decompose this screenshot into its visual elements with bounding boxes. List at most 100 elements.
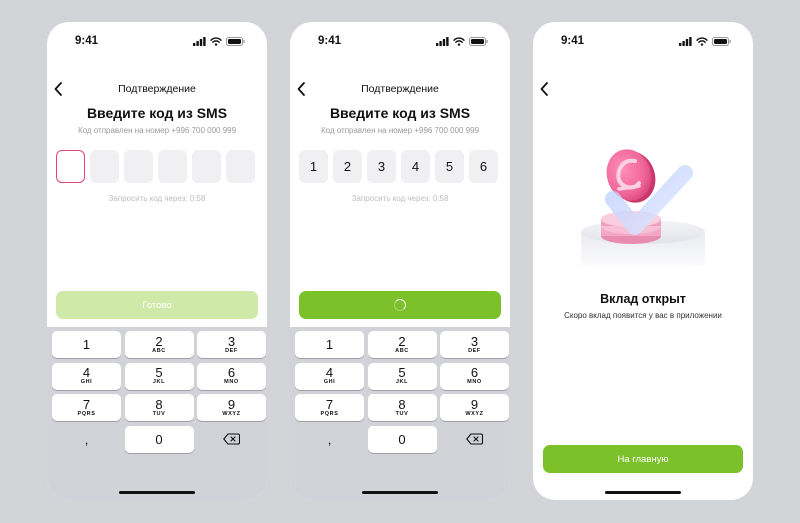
code-cell[interactable]: 5 [435,150,464,183]
key-0[interactable]: 0 [367,425,437,453]
key-9[interactable]: 9 WXYZ [197,394,266,421]
key-1[interactable]: 1 [52,331,121,358]
key-6[interactable]: 6 MNO [197,362,266,390]
key-digit: 0 [155,431,163,447]
wifi-icon [453,37,465,46]
success-subtitle: Скоро вклад появится у вас в приложении [564,311,722,320]
numeric-keyboard: 1 2 ABC 3 DEF 4 GHI 5 JKL 6 MNO 7 PQRS 8 TUV 9W… [47,327,267,500]
key-letters: WXYZ [465,410,484,417]
home-indicator [119,491,195,494]
key-5[interactable]: 5 JKL [367,362,437,390]
wifi-icon [210,37,222,46]
key-letters: TUV [395,410,409,417]
deposit-success-illustration [581,149,705,272]
key-digit: 8 [398,396,406,412]
key-letters: MNO [224,379,239,386]
key-7[interactable]: 7 PQRS [295,394,364,421]
key-2[interactable]: 2 ABC [367,331,437,358]
battery-icon [469,37,488,46]
key-7[interactable]: 7 PQRS [52,394,121,421]
key-digit: , [84,431,89,447]
signal-icon [679,37,692,46]
key-letters: ABC [395,347,409,354]
key-letters: TUV [152,410,166,417]
key-letters: PQRS [320,410,339,417]
key-digit: 0 [398,431,406,447]
key-letters: PQRS [77,410,96,417]
key-9[interactable]: 9 WXYZ [440,394,509,421]
key-letters: DEF [225,347,238,354]
page-heading: Введите код из SMS [86,105,228,121]
nav-bar [533,80,753,100]
code-input: 1 2 3 4 5 6 [299,150,498,183]
key-5[interactable]: 5 JKL [124,362,194,390]
battery-icon [226,37,245,46]
nav-bar: Подтверждение [290,80,510,100]
key-1[interactable]: 1 [295,331,364,358]
phone-subtitle: Код отправлен на номер +996 700 000 999 [77,126,237,135]
code-cell[interactable] [158,150,187,183]
key-digit: , [327,431,332,447]
key-backspace[interactable] [197,426,266,453]
key-8[interactable]: 8 TUV [367,394,437,421]
code-cell[interactable] [90,150,119,183]
code-cell[interactable] [226,150,255,183]
code-cell[interactable]: 1 [299,150,328,183]
backspace-icon [466,433,483,445]
code-cell[interactable]: 4 [401,150,430,183]
resend-timer: Запросить код через: 0:58 [351,194,449,203]
code-cell[interactable] [124,150,153,183]
key-digit: 1 [82,336,91,352]
key-digit: 1 [325,336,334,352]
key-digit: 7 [325,396,334,412]
key-4[interactable]: 4 GHI [295,362,364,390]
key-digit: 2 [155,333,163,349]
key-digit: 6 [470,365,479,381]
code-cell[interactable] [56,150,85,183]
phone-subtitle: Код отправлен на номер +996 700 000 999 [320,126,480,135]
resend-timer: Запросить код через: 0:58 [108,194,206,203]
key-digit: 6 [227,365,236,381]
spinner-icon [394,299,406,311]
success-title: Вклад открыт [600,292,686,306]
key-digit: 8 [155,396,163,412]
status-time: 9:41 [75,35,99,47]
key-6[interactable]: 6 MNO [440,362,509,390]
key-2[interactable]: 2 ABC [124,331,194,358]
backspace-icon [223,433,240,445]
key-letters: MNO [467,379,482,386]
chevron-left-icon[interactable] [538,81,552,97]
status-bar: 9:41 [290,35,510,49]
nav-title: Подтверждение [361,83,439,95]
key-letters: GHI [80,379,93,386]
key-comma[interactable]: , [295,426,364,453]
nav-title: Подтверждение [118,83,196,95]
page-heading: Введите код из SMS [329,105,471,121]
key-0[interactable]: 0 [124,425,194,453]
key-8[interactable]: 8 TUV [124,394,194,421]
phone-screen-code-filled: 9:41 Подтверждение Введите код из SMS Ко… [290,22,510,500]
done-button[interactable]: Готово [56,291,258,319]
key-3[interactable]: 3 DEF [197,331,266,358]
key-digit: 7 [82,396,91,412]
go-home-button[interactable]: На главную [543,445,743,473]
key-digit: 3 [227,333,236,349]
key-backspace[interactable] [440,426,509,453]
done-button-loading[interactable] [299,291,501,319]
code-cell[interactable] [192,150,221,183]
code-input [56,150,255,183]
key-letters: DEF [468,347,481,354]
key-4[interactable]: 4 GHI [52,362,121,390]
status-time: 9:41 [561,35,585,47]
code-cell[interactable]: 6 [469,150,498,183]
code-cell[interactable]: 2 [333,150,362,183]
key-digit: 9 [227,396,236,412]
wifi-icon [696,37,708,46]
key-comma[interactable]: , [52,426,121,453]
signal-icon [436,37,449,46]
key-letters: WXYZ [222,410,241,417]
key-digit: 3 [470,333,479,349]
key-digit: 4 [325,365,334,381]
key-3[interactable]: 3 DEF [440,331,509,358]
code-cell[interactable]: 3 [367,150,396,183]
